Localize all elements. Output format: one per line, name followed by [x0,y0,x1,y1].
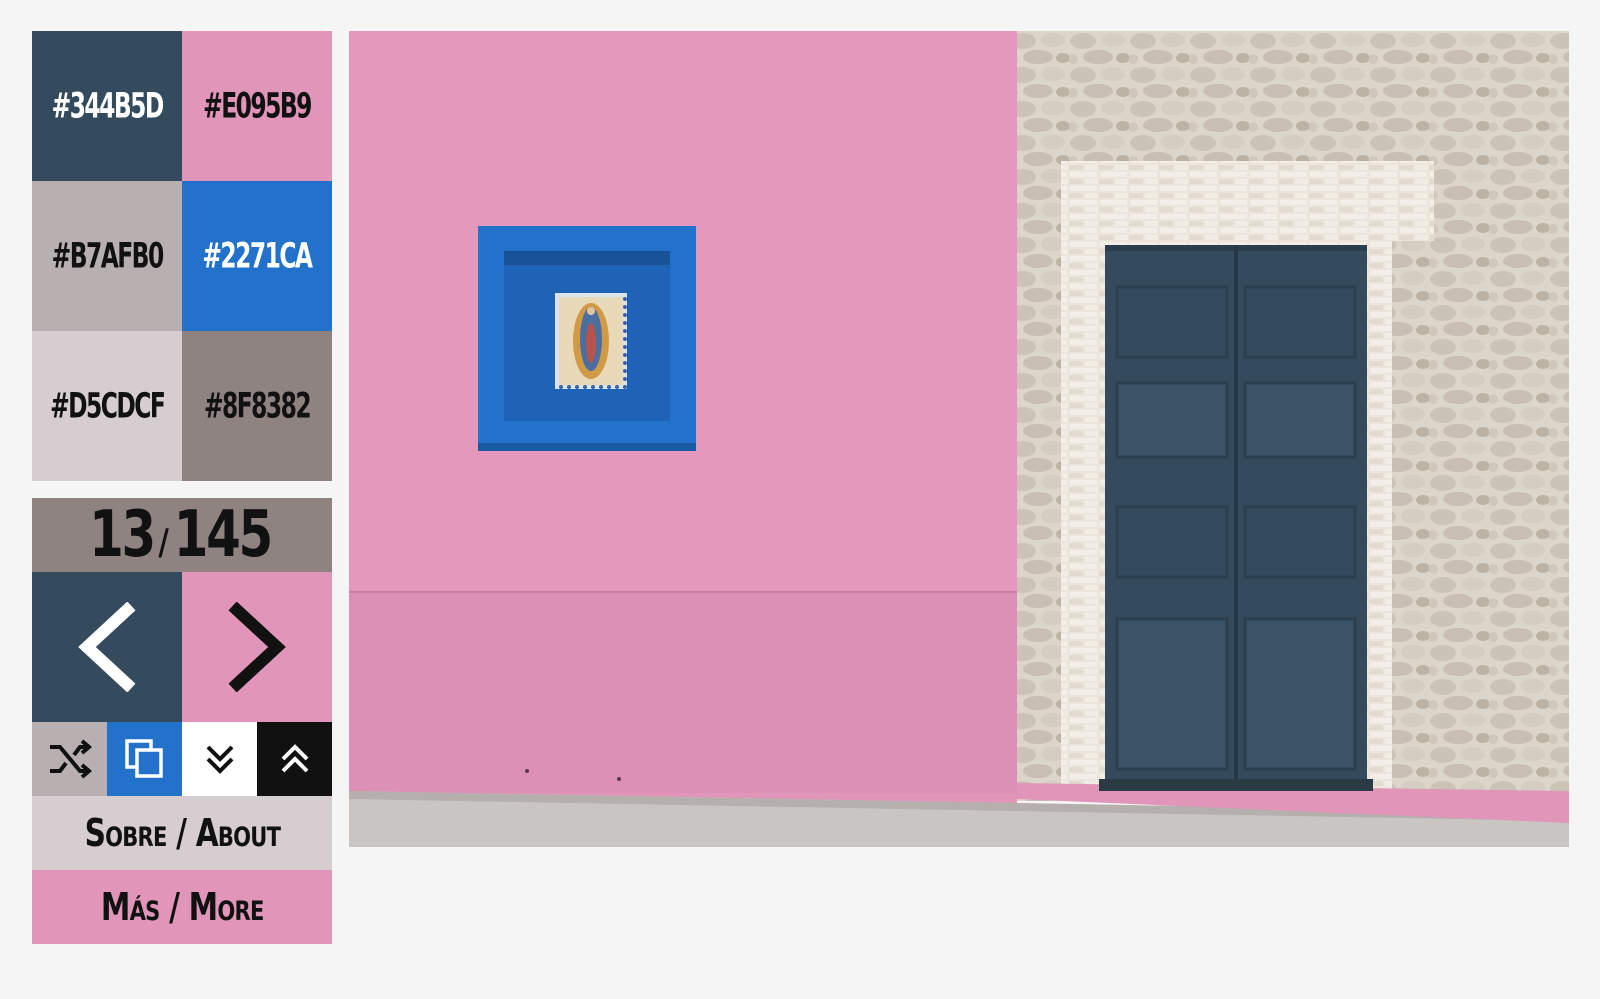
blue-niche [478,226,696,451]
double-chevron-down-icon [206,745,233,774]
next-button[interactable] [182,572,332,722]
swatch-1-label: #344B5D [51,85,164,127]
counter-total: 145 [173,498,274,572]
controls-panel: 13 / 145 Sobre / About Más / More [32,498,332,944]
image-counter: 13 / 145 [32,498,332,572]
swatch-4[interactable]: #2271CA [182,181,332,331]
swatch-1[interactable]: #344B5D [32,31,182,181]
shuffle-button[interactable] [32,722,107,796]
chevron-right-icon [228,602,286,692]
scroll-up-button[interactable] [257,722,332,796]
about-link-label: Sobre / About [84,811,280,855]
copy-button[interactable] [107,722,182,796]
chevron-left-icon [78,602,136,692]
color-palette: #344B5D #E095B9 #B7AFB0 #2271CA #D5CDCF … [32,31,332,481]
navigation-row [32,572,332,722]
swatch-4-label: #2271CA [202,235,313,277]
main-photo [349,31,1569,847]
counter-separator: / [157,521,169,563]
tool-row [32,722,332,796]
double-chevron-up-icon [281,744,308,773]
swatch-5-label: #D5CDCF [49,385,166,427]
more-link-label: Más / More [100,885,264,929]
swatch-2[interactable]: #E095B9 [182,31,332,181]
scroll-down-button[interactable] [182,722,257,796]
swatch-2-label: #E095B9 [203,85,312,127]
shuffle-icon [49,739,92,779]
swatch-6[interactable]: #8F8382 [182,331,332,481]
about-link[interactable]: Sobre / About [32,796,332,870]
previous-button[interactable] [32,572,182,722]
app-root: #344B5D #E095B9 #B7AFB0 #2271CA #D5CDCF … [0,0,1600,999]
copy-icon [124,739,163,778]
swatch-3[interactable]: #B7AFB0 [32,181,182,331]
swatch-5[interactable]: #D5CDCF [32,331,182,481]
counter-current: 13 [88,498,156,572]
swatch-3-label: #B7AFB0 [51,235,164,277]
more-link[interactable]: Más / More [32,870,332,944]
swatch-6-label: #8F8382 [203,385,312,427]
